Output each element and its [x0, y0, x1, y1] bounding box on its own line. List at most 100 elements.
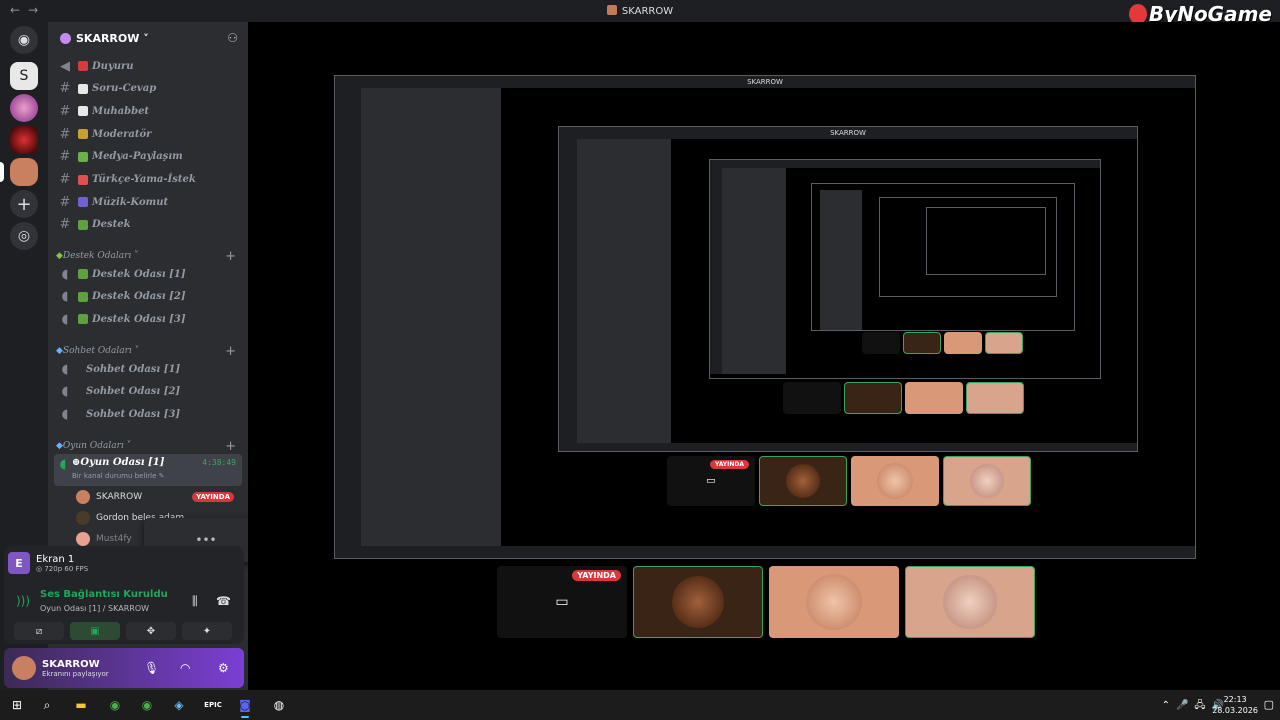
speaker-icon: ◖	[61, 406, 69, 422]
user-avatar[interactable]	[12, 656, 36, 680]
voice-member[interactable]: SKARROW YAYINDA	[76, 487, 240, 507]
obs-icon[interactable]: ◍	[270, 696, 288, 714]
category-label: Sohbet Odaları ˅	[62, 346, 140, 356]
channel-item[interactable]: # Destek	[56, 215, 240, 235]
speaker-icon: ◖	[61, 311, 69, 327]
create-channel-icon[interactable]: +	[225, 344, 236, 359]
server-icon-skarrow[interactable]	[10, 158, 38, 186]
channel-item[interactable]: # Moderatör	[56, 124, 240, 144]
screen-quality: ◎ 720p 60 FPS	[36, 564, 89, 573]
server-icon-2[interactable]	[10, 94, 38, 122]
chrome-icon[interactable]: ◉	[106, 696, 124, 714]
hash-icon: #	[59, 217, 71, 233]
windows-start-icon[interactable]: ⊞	[8, 696, 26, 714]
voice-channel-item[interactable]: ◖ Sohbet Odası [1]	[56, 359, 240, 379]
member-avatar	[76, 511, 90, 525]
active-voice-channel[interactable]: ◖ ⊕ Oyun Odası [1] 4:38:49 Bir kanal durumu…	[54, 454, 242, 486]
member-name: Must4fy	[96, 534, 132, 544]
voice-channel-item[interactable]: ◖ Sohbet Odası [3]	[56, 404, 240, 424]
create-channel-icon[interactable]: +	[225, 249, 236, 264]
avatar	[672, 576, 724, 628]
search-icon[interactable]: ⌕	[38, 696, 56, 714]
active-server-indicator	[0, 162, 4, 182]
screen-badge: E	[8, 552, 30, 574]
avatar	[806, 574, 862, 630]
category-emoji-icon: ◆	[56, 346, 63, 356]
nested-title-2: SKARROW	[559, 127, 1137, 139]
voice-connection: ))) Ses Bağlantısı Kuruldu Oyun Odası [1…	[8, 586, 236, 620]
channel-item[interactable]: # Türkçe-Yama-İstek	[56, 170, 240, 190]
noise-suppression-icon[interactable]: ⫼	[192, 594, 198, 609]
settings-gear-icon[interactable]: ⚙	[218, 661, 229, 675]
disconnect-icon[interactable]: ☎	[216, 594, 231, 608]
monitor-icon: ▭	[555, 594, 569, 610]
channel-status[interactable]: Bir kanal durumu belirle ✎	[72, 472, 165, 480]
tile-gordon[interactable]	[633, 566, 763, 638]
speaker-icon: ◖	[61, 289, 69, 305]
channel-item[interactable]: # Müzik-Komut	[56, 192, 240, 212]
discord-icon[interactable]: ◙	[236, 696, 254, 718]
voice-channel-item[interactable]: ◖ Destek Odası [2]	[56, 287, 240, 307]
create-channel-icon[interactable]: +	[225, 439, 236, 454]
voice-channel[interactable]: Oyun Odası [1] / SKARROW	[40, 604, 149, 613]
share-screen-button[interactable]: ▣	[70, 622, 120, 640]
category-emoji-icon: ◆	[56, 251, 63, 261]
channel-item[interactable]: # Soru-Cevap	[56, 79, 240, 99]
soundboard-button[interactable]: ✦	[182, 622, 232, 640]
channel-category[interactable]: ◆ Sohbet Odaları ˅ +	[56, 343, 240, 359]
notification-icon[interactable]: ▢	[1264, 698, 1274, 711]
server-icon-1[interactable]: S	[10, 62, 38, 90]
epic-games-icon[interactable]: EPIC	[204, 696, 222, 714]
tile-must4fy[interactable]	[769, 566, 899, 638]
hash-icon: #	[59, 149, 71, 165]
speaker-icon: ◖	[61, 361, 69, 377]
channel-label: Oyun Odası [1]	[80, 457, 165, 468]
camera-button[interactable]: ⧄	[14, 622, 64, 640]
live-badge: YAYINDA	[572, 570, 621, 581]
server-icon-3[interactable]	[10, 126, 38, 154]
window-title: SKARROW	[0, 5, 1280, 17]
screen-share-box[interactable]: E Ekran 1 ◎ 720p 60 FPS	[8, 548, 236, 578]
invite-people-icon[interactable]: ⚇	[227, 31, 238, 45]
steam-icon[interactable]: ◈	[170, 696, 188, 714]
channel-item[interactable]: # Muhabbet	[56, 101, 240, 121]
channel-emoji-icon	[78, 387, 82, 397]
channel-emoji-icon	[78, 174, 88, 185]
voice-channel-item[interactable]: ◖ Destek Odası [3]	[56, 309, 240, 329]
chrome-profile-icon[interactable]: ◉	[138, 696, 156, 714]
add-server-icon[interactable]: +	[10, 190, 38, 218]
channel-label: Destek Odası [1]	[92, 268, 186, 280]
voice-channel-item[interactable]: ◖ Sohbet Odası [2]	[56, 382, 240, 402]
gamepad-icon: ⊕	[72, 457, 81, 468]
channel-item[interactable]: ◀ Duyuru	[56, 56, 240, 76]
explore-icon[interactable]: ◎	[10, 222, 38, 250]
channel-item[interactable]: # Medya-Paylaşım	[56, 147, 240, 167]
nested-stream-frame-6	[926, 207, 1046, 275]
channel-label: Moderatör	[92, 128, 152, 140]
system-clock[interactable]: 22:13 28.03.2026	[1212, 694, 1258, 716]
hash-icon: #	[59, 126, 71, 142]
signal-icon[interactable]: )))	[16, 594, 30, 608]
channel-label: Destek	[92, 219, 131, 231]
headphones-icon[interactable]: ◠	[180, 661, 190, 675]
member-avatar	[76, 532, 90, 546]
activities-button[interactable]: ✥	[126, 622, 176, 640]
direct-messages-icon[interactable]: ◉	[10, 26, 38, 54]
channel-emoji-icon	[78, 83, 88, 94]
file-explorer-icon[interactable]: ▬	[72, 696, 90, 714]
microphone-icon[interactable]: 🎙	[144, 661, 159, 675]
speaker-icon: ◖	[61, 384, 69, 400]
channel-label: Müzik-Komut	[92, 196, 169, 208]
voice-channel-item[interactable]: ◖ Destek Odası [1]	[56, 264, 240, 284]
tile-participant-4[interactable]	[905, 566, 1035, 638]
speaker-icon: ◖	[61, 266, 69, 282]
channel-label: Duyuru	[92, 60, 134, 72]
channel-category[interactable]: ◆ Destek Odaları ˅ +	[56, 248, 240, 264]
nested-tiles-3	[862, 332, 1023, 354]
guild-header[interactable]: SKARROW ˅ ⚇	[48, 22, 248, 54]
channel-emoji-icon	[78, 219, 88, 230]
channel-category[interactable]: ◆ Oyun Odaları ˅ +	[56, 438, 240, 454]
channel-emoji-icon	[78, 151, 88, 162]
tile-skarrow-stream[interactable]: YAYINDA ▭	[497, 566, 627, 638]
channel-emoji-icon	[78, 314, 88, 325]
